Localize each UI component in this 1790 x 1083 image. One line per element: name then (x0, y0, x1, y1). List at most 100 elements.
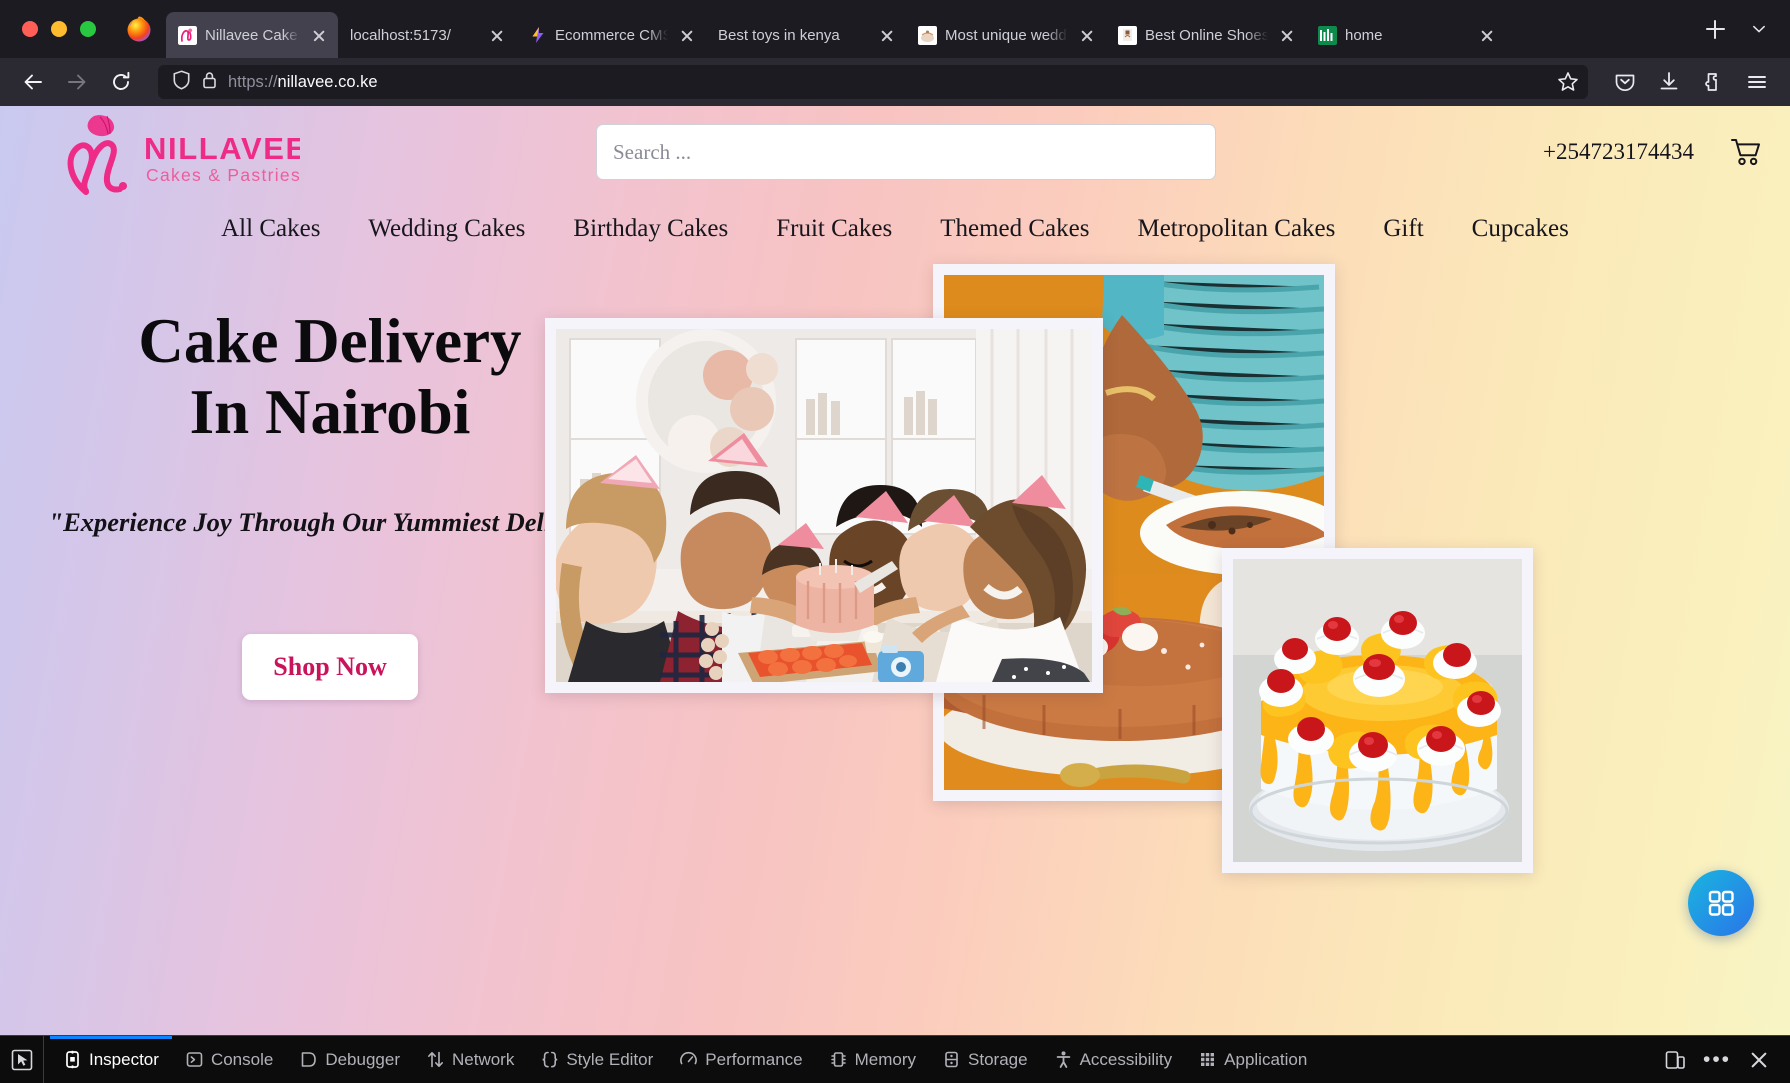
devtools-tab-storage[interactable]: Storage (929, 1036, 1041, 1083)
performance-icon (680, 1051, 698, 1065)
logo-brand-text: NILLAVEE (144, 131, 300, 166)
devtools-meatball-menu-button[interactable]: ••• (1698, 1041, 1736, 1079)
phone-number[interactable]: +254723174434 (1543, 139, 1694, 165)
devtools-tab-application[interactable]: Application (1185, 1036, 1320, 1083)
tab-list: Nillavee Cake Shop localhost:5173/ Ecomm… (166, 0, 1694, 58)
browser-tab-ecommerce-cms[interactable]: Ecommerce CMS (516, 12, 706, 58)
tab-label: Best toys in kenya (718, 26, 840, 44)
green-sheet-icon (1318, 25, 1337, 45)
window-minimize-button[interactable] (51, 21, 67, 37)
reload-button[interactable] (102, 65, 140, 99)
nav-item-themed-cakes[interactable]: Themed Cakes (916, 211, 1113, 247)
devtools-tab-debugger[interactable]: Debugger (286, 1036, 413, 1083)
tab-label: Ecommerce CMS (555, 26, 668, 44)
devtools-tab-label: Application (1224, 1049, 1308, 1069)
devtools-tab-label: Debugger (325, 1049, 400, 1069)
logo-tagline-text: Cakes & Pastries (146, 165, 300, 185)
hero-image-collage (545, 260, 1790, 960)
url-host: nillavee.co.ke (277, 72, 378, 91)
window-maximize-button[interactable] (80, 21, 96, 37)
tab-label: localhost:5173/ (350, 26, 451, 44)
birthday-party-cake-photo[interactable] (545, 318, 1103, 693)
extensions-icon[interactable] (1694, 65, 1732, 99)
browser-tab-best-toys[interactable]: Best toys in kenya (706, 12, 906, 58)
window-close-button[interactable] (22, 21, 38, 37)
devtools-tab-inspector[interactable]: Inspector (50, 1036, 172, 1083)
lock-icon[interactable] (201, 70, 218, 95)
tab-close-icon[interactable] (486, 24, 508, 46)
new-tab-button[interactable] (1698, 12, 1732, 46)
widget-panel-fab[interactable] (1688, 870, 1754, 936)
nillavee-logo-icon (178, 25, 197, 45)
devtools-tab-network[interactable]: Network (413, 1036, 527, 1083)
devtools-tab-list: Inspector Console Debugger Network Style… (44, 1036, 1320, 1083)
browser-tab-home[interactable]: home (1306, 12, 1506, 58)
shield-icon[interactable] (172, 69, 191, 95)
devtools-tab-label: Storage (968, 1049, 1028, 1069)
mango-cream-cake-photo[interactable] (1222, 548, 1533, 873)
devtools-tab-label: Performance (705, 1049, 803, 1069)
url-bar[interactable]: https://nillavee.co.ke (158, 65, 1588, 99)
shop-now-button[interactable]: Shop Now (242, 634, 418, 701)
devtools-tab-console[interactable]: Console (172, 1036, 286, 1083)
tab-close-icon[interactable] (676, 24, 698, 46)
responsive-design-mode-button[interactable] (1656, 1041, 1694, 1079)
nav-item-wedding-cakes[interactable]: Wedding Cakes (344, 211, 549, 247)
back-button[interactable] (14, 65, 52, 99)
devtools-tab-label: Inspector (89, 1049, 159, 1069)
toolbar-right-buttons (1606, 65, 1776, 99)
devtools-tab-performance[interactable]: Performance (666, 1036, 815, 1083)
browser-tab-nillavee[interactable]: Nillavee Cake Shop (166, 12, 338, 58)
search-input[interactable] (613, 139, 1199, 165)
devtools-close-button[interactable] (1740, 1041, 1778, 1079)
tab-label: Best Online Shoes (1145, 26, 1268, 44)
tab-close-icon[interactable] (1276, 24, 1298, 46)
nav-item-metropolitan-cakes[interactable]: Metropolitan Cakes (1113, 211, 1359, 247)
tab-close-icon[interactable] (308, 24, 330, 46)
browser-tab-localhost[interactable]: localhost:5173/ (338, 12, 516, 58)
responsive-design-mode-icon (1665, 1050, 1685, 1069)
site-logo[interactable]: NILLAVEE Cakes & Pastries (50, 107, 320, 197)
app-menu-icon[interactable] (1738, 65, 1776, 99)
tab-close-icon[interactable] (1076, 24, 1098, 46)
devtools-tab-label: Console (210, 1049, 274, 1069)
nav-item-gift[interactable]: Gift (1359, 211, 1447, 247)
tab-close-icon[interactable] (1476, 24, 1498, 46)
devtools-toolbar: Inspector Console Debugger Network Style… (0, 1035, 1790, 1083)
console-icon (186, 1052, 203, 1067)
tab-close-icon[interactable] (876, 24, 898, 46)
header-right: +254723174434 (1492, 135, 1762, 169)
nav-item-birthday-cakes[interactable]: Birthday Cakes (549, 211, 752, 247)
storage-icon (945, 1051, 958, 1068)
navigation-toolbar: https://nillavee.co.ke (0, 58, 1790, 106)
browser-tab-wedding-cakes[interactable]: Most unique wedding cakes (906, 12, 1106, 58)
apps-grid-icon (1708, 890, 1734, 916)
browser-tab-online-shoes[interactable]: Best Online Shoes (1106, 12, 1306, 58)
downloads-icon[interactable] (1650, 65, 1688, 99)
pocket-icon[interactable] (1606, 65, 1644, 99)
url-scheme: https:// (228, 72, 278, 91)
nav-item-cupcakes[interactable]: Cupcakes (1448, 211, 1593, 247)
bookmark-star-icon[interactable] (1556, 70, 1580, 94)
lightning-icon (528, 26, 547, 45)
devtools-tab-accessibility[interactable]: Accessibility (1041, 1036, 1186, 1083)
tab-label: home (1345, 26, 1383, 44)
search-box[interactable] (596, 124, 1216, 180)
style-editor-icon (542, 1051, 558, 1068)
list-all-tabs-button[interactable] (1742, 12, 1776, 46)
firefox-icon (124, 14, 154, 44)
hero-section: Cake Delivery In Nairobi "Experience Joy… (0, 260, 1790, 960)
application-icon (1201, 1053, 1215, 1066)
web-page-viewport: NILLAVEE Cakes & Pastries +254723174434 (0, 106, 1790, 1035)
element-picker-icon (11, 1049, 32, 1070)
devtools-tab-style-editor[interactable]: Style Editor (527, 1036, 666, 1083)
shopping-cart-icon[interactable] (1728, 135, 1762, 169)
shoe-thumb-icon (1118, 25, 1137, 45)
inspector-icon (66, 1050, 79, 1069)
devtools-tab-memory[interactable]: Memory (816, 1036, 929, 1083)
devtools-tab-label: Memory (854, 1049, 917, 1069)
devtools-tab-label: Accessibility (1079, 1049, 1173, 1069)
nav-item-fruit-cakes[interactable]: Fruit Cakes (752, 211, 916, 247)
nav-item-all-cakes[interactable]: All Cakes (197, 211, 344, 247)
element-picker-button[interactable] (0, 1036, 44, 1083)
